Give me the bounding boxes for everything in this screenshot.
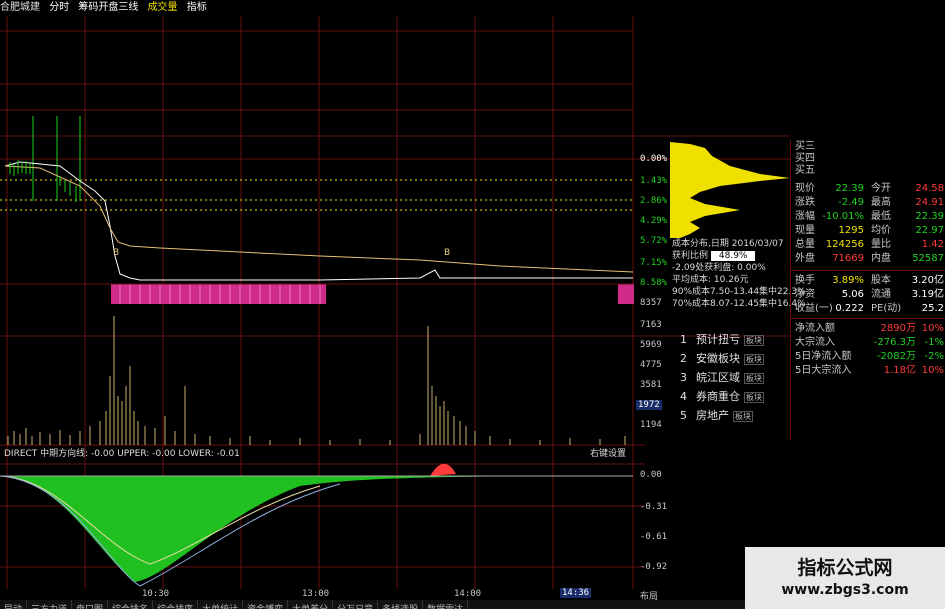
time-1400: 14:00	[454, 589, 482, 599]
cost-70: 70%成本8.07-12.45集中16.4%	[672, 299, 806, 309]
bottom-tab[interactable]: 数据雷达	[423, 600, 469, 609]
volume-axis-1: 7163	[640, 320, 662, 330]
time-cursor: 14:36	[560, 588, 592, 598]
bottom-tab[interactable]: 综合排名	[108, 600, 154, 609]
tab-timeshare[interactable]: 分时	[49, 2, 69, 13]
sector-list: 1 预计扭亏 板块 2 安徽板块 板块 3 皖江区域 板块 4 券商重仓 板块 5 房地产 板块	[680, 330, 790, 425]
macd-axis-2: -0.61	[640, 532, 668, 542]
macd-axis-3: -0.92	[640, 562, 668, 572]
bottom-tab[interactable]: 资金博弈	[243, 600, 289, 609]
sector-item[interactable]: 2 安徽板块 板块	[680, 349, 790, 368]
quote-row: 涨幅 -10.01% 最低 22.39	[795, 211, 944, 222]
sector-item[interactable]: 5 房地产 板块	[680, 406, 790, 425]
bottom-tab[interactable]: 综合排序	[153, 600, 199, 609]
indicator-label: DIRECT 中期方向线: -0.00 UPPER: -0.00 LOWER: …	[4, 449, 240, 459]
chip-distribution	[670, 142, 790, 238]
quote-row: 现价 22.39 今开 24.58	[795, 183, 944, 194]
bottom-tab[interactable]: 三方力道	[27, 600, 73, 609]
price-axis-6: 8.58%	[640, 278, 668, 288]
volume-bars	[7, 316, 626, 445]
price-axis-4: 5.72%	[640, 236, 668, 246]
bottom-tab[interactable]: 异动	[0, 600, 28, 609]
cost-band-left	[111, 284, 326, 304]
bottom-tab[interactable]: 大单差分	[288, 600, 334, 609]
flow-row: 5日净流入额 -2082万 -2%	[795, 351, 944, 362]
flow-row: 大宗流入 -276.3万 -1%	[795, 337, 944, 348]
volume-axis-5: 1972	[636, 400, 662, 410]
quote-row: 收益(一) 0.222 PE(动) 25.2	[795, 303, 944, 314]
quote-row: 总量 124256 量比 1.42	[795, 239, 944, 250]
bottom-tab[interactable]: 大单统计	[198, 600, 244, 609]
cost-90: 90%成本7.50-13.44集中22.3%	[672, 287, 806, 297]
price-axis-2: 2.86%	[640, 196, 668, 206]
sector-item[interactable]: 3 皖江区域 板块	[680, 368, 790, 387]
watermark-url: www.zbgs3.com	[781, 582, 909, 598]
time-1030: 10:30	[142, 589, 170, 599]
price-axis-1: 1.43%	[640, 176, 668, 186]
profit-at-price: -2.09处获利盘: 0.00%	[672, 263, 766, 273]
quote-row: 净资 5.06 流通 3.19亿	[795, 289, 944, 300]
bottom-tab[interactable]: 分万日竞	[333, 600, 379, 609]
buy-marker-1: B	[113, 248, 119, 258]
cost-distribution-panel: 成本分布,日期 2016/03/07 获利比例 48.9% -2.09处获利盘:…	[672, 238, 806, 310]
volume-axis-3: 4775	[640, 360, 662, 370]
price-axis-5: 7.15%	[640, 258, 668, 268]
macd-axis-1: -0.31	[640, 502, 668, 512]
tab-indicator[interactable]: 指标	[187, 2, 207, 13]
cost-date-label: 成本分布,日期	[672, 239, 729, 249]
macd-axis-0: 0.00	[640, 470, 662, 480]
tab-volume[interactable]: 成交量	[148, 2, 178, 13]
sector-item[interactable]: 4 券商重仓 板块	[680, 387, 790, 406]
bottom-tab[interactable]: 盘口图	[72, 600, 109, 609]
quote-row: 外盘 71669 内盘 52587	[795, 253, 944, 264]
profit-ratio: 48.9%	[710, 251, 756, 261]
tab-chip-lines[interactable]: 筹码开盘三线	[78, 2, 138, 13]
quote-panel: 买三 买四 买五 现价 22.39 今开 24.58 涨跌 -2.49 最高 24.91 涨…	[790, 140, 945, 440]
sector-item[interactable]: 1 预计扭亏 板块	[680, 330, 790, 349]
volume-axis-0: 8357	[640, 298, 662, 308]
stock-name[interactable]: 合肥城建	[0, 2, 40, 13]
quote-row: 换手 3.89% 股本 3.20亿	[795, 275, 944, 286]
volume-axis-6: 1194	[640, 420, 662, 430]
quote-row: 涨跌 -2.49 最高 24.91	[795, 197, 944, 208]
flow-row: 净流入额 2890万 10%	[795, 323, 944, 334]
right-click-settings[interactable]: 右键设置	[590, 446, 626, 459]
time-1300: 13:00	[302, 589, 330, 599]
avg-cost: 平均成本: 10.26元	[672, 275, 749, 285]
watermark-title: 指标公式网	[797, 557, 893, 579]
bottom-tab[interactable]: 多线选股	[378, 600, 424, 609]
top-bar: 合肥城建 分时 筹码开盘三线 成交量 指标	[0, 0, 945, 16]
cost-band-right	[618, 284, 634, 304]
cost-date: 2016/03/07	[731, 239, 784, 249]
volume-axis-2: 5969	[640, 340, 662, 350]
watermark: 指标公式网 www.zbgs3.com	[745, 547, 945, 609]
price-axis-0: 0.00%	[640, 154, 668, 164]
profit-label: 获利比例	[672, 251, 709, 261]
buy-marker-2: B	[444, 248, 450, 258]
quote-row: 现量 1295 均价 22.97	[795, 225, 944, 236]
flow-row: 5日大宗流入 1.18亿 10%	[795, 365, 944, 376]
volume-axis-4: 3581	[640, 380, 662, 390]
price-axis-3: 4.29%	[640, 216, 668, 226]
